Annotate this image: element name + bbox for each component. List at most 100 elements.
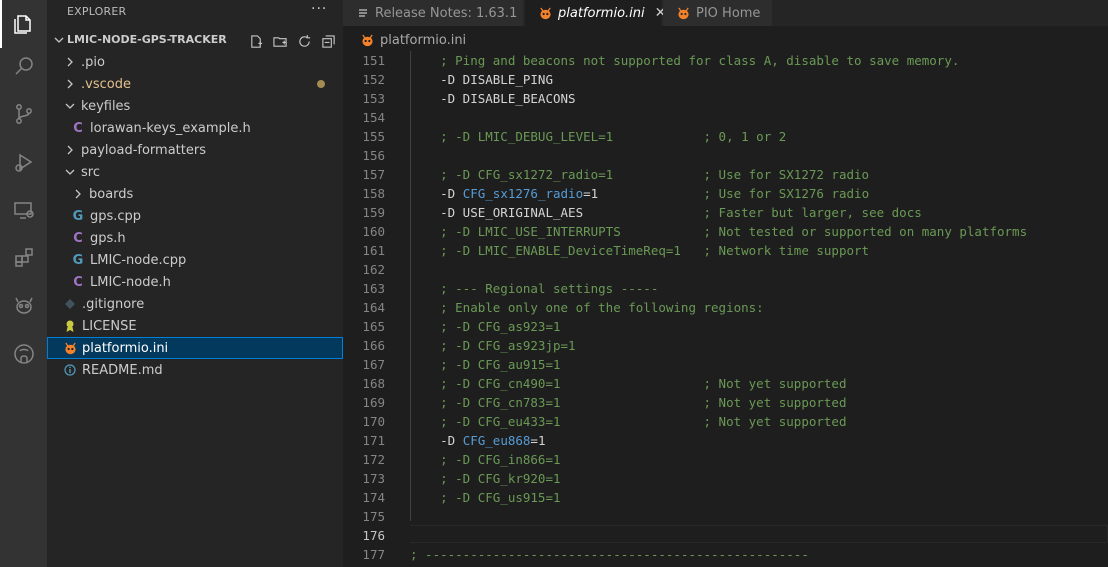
tree-item-label: platformio.ini: [82, 340, 169, 356]
code-line[interactable]: 168 ; -D CFG_cn490=1 ; Not yet supported: [343, 374, 1108, 393]
platformio-alien-icon[interactable]: [0, 282, 47, 330]
tree-item-lorawan-keys[interactable]: C lorawan-keys_example.h: [47, 117, 343, 139]
line-number: 163: [362, 281, 385, 296]
line-number: 162: [362, 262, 385, 277]
explorer-files-icon[interactable]: [0, 0, 47, 48]
new-folder-icon[interactable]: [271, 32, 289, 50]
code-line[interactable]: 163 ; --- Regional settings -----: [343, 279, 1108, 298]
code-text: ; -D LMIC_USE_INTERRUPTS ; Not tested or…: [410, 222, 1027, 241]
c-header-file-icon: C: [73, 120, 83, 136]
tree-item-readme[interactable]: README.md: [47, 359, 343, 381]
code-line[interactable]: 167 ; -D CFG_au915=1: [343, 355, 1108, 374]
line-number: 151: [362, 53, 385, 68]
search-icon[interactable]: [0, 42, 47, 90]
tree-item-gps-h[interactable]: C gps.h: [47, 227, 343, 249]
code-line[interactable]: 158 -D CFG_sx1276_radio=1 ; Use for SX12…: [343, 184, 1108, 203]
tab-release-notes[interactable]: Release Notes: 1.63.1: [343, 0, 524, 26]
code-line[interactable]: 176: [343, 526, 1108, 545]
line-number: 158: [362, 186, 385, 201]
code-line[interactable]: 162: [343, 260, 1108, 279]
code-line[interactable]: 159 -D USE_ORIGINAL_AES ; Faster but lar…: [343, 203, 1108, 222]
line-number: 155: [362, 129, 385, 144]
tree-item-src[interactable]: src: [47, 161, 343, 183]
collapse-all-icon[interactable]: [319, 32, 337, 50]
code-line[interactable]: 151 ; Ping and beacons not supported for…: [343, 51, 1108, 70]
code-line[interactable]: 174 ; -D CFG_us915=1: [343, 488, 1108, 507]
c-header-file-icon: C: [73, 230, 83, 246]
code-token: ; -D CFG_eu433=1 ; Not yet supported: [410, 414, 847, 429]
code-token: ; Use for SX1276 radio: [703, 186, 870, 201]
code-editor[interactable]: 151 ; Ping and beacons not supported for…: [343, 51, 1108, 567]
code-line[interactable]: 153 -D DISABLE_BEACONS: [343, 89, 1108, 108]
code-text: -D DISABLE_BEACONS: [410, 89, 575, 108]
github-icon[interactable]: [0, 330, 47, 378]
code-line[interactable]: 169 ; -D CFG_cn783=1 ; Not yet supported: [343, 393, 1108, 412]
code-token: ; -D CFG_cn783=1 ; Not yet supported: [410, 395, 847, 410]
editor-tab-bar: Release Notes: 1.63.1 platformio.ini ✕ P…: [343, 0, 1108, 26]
line-number: 160: [362, 224, 385, 239]
line-number: 154: [362, 110, 385, 125]
breadcrumb-file[interactable]: platformio.ini: [380, 33, 466, 48]
tree-item-gps-cpp[interactable]: G gps.cpp: [47, 205, 343, 227]
code-line[interactable]: 175: [343, 507, 1108, 526]
line-number: 166: [362, 338, 385, 353]
gitignore-file-icon: [63, 296, 77, 312]
extensions-icon[interactable]: [0, 234, 47, 282]
code-line[interactable]: 170 ; -D CFG_eu433=1 ; Not yet supported: [343, 412, 1108, 431]
workspace-section-header[interactable]: LMIC-NODE-GPS-TRACKER: [47, 30, 343, 52]
tab-pio-home[interactable]: PIO Home: [663, 0, 773, 26]
tree-item-boards[interactable]: boards: [47, 183, 343, 205]
code-text: ; --- Regional settings -----: [410, 279, 658, 298]
breadcrumb[interactable]: platformio.ini: [343, 30, 466, 50]
line-number: 156: [362, 148, 385, 163]
code-line[interactable]: 160 ; -D LMIC_USE_INTERRUPTS ; Not teste…: [343, 222, 1108, 241]
remote-explorer-icon[interactable]: [0, 186, 47, 234]
tab-platformio-ini[interactable]: platformio.ini ✕: [525, 0, 666, 26]
line-number: 170: [362, 414, 385, 429]
code-token: ; --- Regional settings -----: [410, 281, 659, 296]
tree-item-lmic-node-h[interactable]: C LMIC-node.h: [47, 271, 343, 293]
tree-item-label: keyfiles: [81, 98, 131, 114]
more-actions-icon[interactable]: ···: [311, 1, 327, 17]
run-debug-icon[interactable]: [0, 138, 47, 186]
tree-item-vscode[interactable]: .vscode: [47, 73, 343, 95]
tree-item-license[interactable]: LICENSE: [47, 315, 343, 337]
tree-item-keyfiles[interactable]: keyfiles: [47, 95, 343, 117]
code-line[interactable]: 164 ; Enable only one of the following r…: [343, 298, 1108, 317]
tree-item-payload-formatters[interactable]: payload-formatters: [47, 139, 343, 161]
code-line[interactable]: 177 ; -----------------------------------…: [343, 545, 1108, 564]
code-line[interactable]: 173 ; -D CFG_kr920=1: [343, 469, 1108, 488]
chevron-down-icon: [53, 34, 65, 50]
code-token: ; Ping and beacons not supported for cla…: [410, 53, 960, 68]
code-text: ; -D CFG_eu433=1 ; Not yet supported: [410, 412, 847, 431]
code-line[interactable]: 154: [343, 108, 1108, 127]
code-text: ; -D CFG_cn490=1 ; Not yet supported: [410, 374, 846, 393]
source-control-icon[interactable]: [0, 90, 47, 138]
tree-item-label: boards: [89, 186, 134, 202]
code-line[interactable]: 165 ; -D CFG_as923=1: [343, 317, 1108, 336]
code-line[interactable]: 157 ; -D CFG_sx1272_radio=1 ; Use for SX…: [343, 165, 1108, 184]
refresh-icon[interactable]: [295, 32, 313, 50]
code-text: ; Ping and beacons not supported for cla…: [410, 51, 959, 70]
tree-item-pio[interactable]: .pio: [47, 51, 343, 73]
tree-item-label: README.md: [82, 362, 163, 378]
line-number: 164: [362, 300, 385, 315]
tree-item-label: gps.cpp: [90, 208, 142, 224]
c-header-file-icon: C: [73, 274, 83, 290]
code-line[interactable]: 166 ; -D CFG_as923jp=1: [343, 336, 1108, 355]
tree-item-platformio-ini[interactable]: platformio.ini: [47, 337, 343, 359]
tree-item-lmic-node-cpp[interactable]: G LMIC-node.cpp: [47, 249, 343, 271]
code-line[interactable]: 152 -D DISABLE_PING: [343, 70, 1108, 89]
chevron-down-icon: [63, 99, 77, 113]
line-number: 173: [362, 471, 385, 486]
code-line[interactable]: 155 ; -D LMIC_DEBUG_LEVEL=1 ; 0, 1 or 2: [343, 127, 1108, 146]
code-line[interactable]: 172 ; -D CFG_in866=1: [343, 450, 1108, 469]
code-line[interactable]: 171 -D CFG_eu868=1: [343, 431, 1108, 450]
code-line[interactable]: 156: [343, 146, 1108, 165]
line-number: 169: [362, 395, 385, 410]
line-number: 176: [362, 528, 385, 543]
code-line[interactable]: 161 ; -D LMIC_ENABLE_DeviceTimeReq=1 ; N…: [343, 241, 1108, 260]
tree-item-gitignore[interactable]: .gitignore: [47, 293, 343, 315]
new-file-icon[interactable]: [247, 32, 265, 50]
chevron-right-icon: [63, 143, 77, 157]
